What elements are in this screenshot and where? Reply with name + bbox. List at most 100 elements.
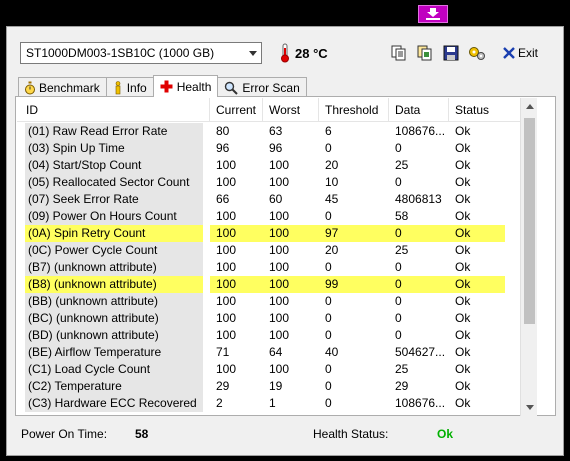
cell-data: 0	[389, 276, 449, 293]
cell-current: 100	[216, 260, 237, 274]
tab-label: Info	[126, 80, 147, 95]
health-status-label: Health Status:	[313, 427, 389, 441]
cell-worst: 100	[269, 311, 290, 325]
cell-data: 4806813	[395, 192, 442, 206]
cell-current: 100	[216, 158, 237, 172]
table-row[interactable]: (BE) Airflow Temperature 71 64 40 504627... O…	[17, 344, 537, 361]
cell-worst: 100	[269, 328, 290, 342]
cell-id: (BE) Airflow Temperature	[25, 344, 203, 361]
table-row[interactable]: (05) Reallocated Sector Count 100 100 10 0 Ok	[17, 174, 537, 191]
column-header-worst[interactable]: Worst	[263, 98, 319, 122]
cell-threshold: 0	[325, 141, 332, 155]
temperature-value: 28 °C	[295, 45, 328, 61]
table-row[interactable]: (09) Power On Hours Count 100 100 0 58 Ok	[17, 208, 537, 225]
download-button[interactable]	[418, 5, 448, 23]
cell-threshold: 0	[325, 328, 332, 342]
table-row[interactable]: (0C) Power Cycle Count 100 100 20 25 Ok	[17, 242, 537, 259]
table-row[interactable]: (04) Start/Stop Count 100 100 20 25 Ok	[17, 157, 537, 174]
table-row[interactable]: (C3) Hardware ECC Recovered 2 1 0 108676... O…	[17, 395, 537, 412]
cell-worst: 100	[269, 362, 290, 376]
column-header-threshold[interactable]: Threshold	[319, 98, 389, 122]
column-header-current[interactable]: Current	[210, 98, 263, 122]
cell-status: Ok	[455, 345, 471, 359]
column-header-data[interactable]: Data	[389, 98, 449, 122]
tab-health[interactable]: Health	[152, 75, 219, 97]
cell-status: Ok	[455, 141, 471, 155]
chevron-down-icon[interactable]	[244, 43, 261, 63]
cell-worst: 100	[269, 175, 290, 189]
table-row[interactable]: (0A) Spin Retry Count 100 100 97 0 Ok	[17, 225, 537, 242]
options-icon[interactable]	[466, 42, 488, 64]
drive-select-value: ST1000DM003-1SB10C (1000 GB)	[26, 46, 215, 60]
cell-worst: 100	[263, 276, 319, 293]
table-row[interactable]: (03) Spin Up Time 96 96 0 0 Ok	[17, 140, 537, 157]
cell-current: 29	[216, 379, 230, 393]
column-header-id[interactable]: ID	[17, 98, 210, 122]
cell-current: 66	[216, 192, 230, 206]
cell-current: 100	[216, 294, 237, 308]
cell-threshold: 97	[319, 225, 389, 242]
cell-current: 71	[216, 345, 230, 359]
cell-threshold: 45	[325, 192, 339, 206]
table-row[interactable]: (BD) (unknown attribute) 100 100 0 0 Ok	[17, 327, 537, 344]
table-row[interactable]: (B7) (unknown attribute) 100 100 0 0 Ok	[17, 259, 537, 276]
table-row[interactable]: (BC) (unknown attribute) 100 100 0 0 Ok	[17, 310, 537, 327]
toolbar	[388, 42, 488, 64]
cell-id: (C1) Load Cycle Count	[25, 361, 203, 378]
cell-status: Ok	[455, 192, 471, 206]
cell-data: 0	[395, 328, 402, 342]
table-row[interactable]: (07) Seek Error Rate 66 60 45 4806813 Ok	[17, 191, 537, 208]
table-row[interactable]: (B8) (unknown attribute) 100 100 99 0 Ok	[17, 276, 537, 293]
save-icon[interactable]	[440, 42, 462, 64]
copy-icon[interactable]	[388, 42, 410, 64]
info-icon	[115, 80, 121, 94]
table-row[interactable]: (C1) Load Cycle Count 100 100 0 25 Ok	[17, 361, 537, 378]
cell-id: (07) Seek Error Rate	[25, 191, 203, 208]
cell-status: Ok	[455, 294, 471, 308]
tab-error-scan[interactable]: Error Scan	[217, 77, 307, 97]
cell-current: 100	[210, 225, 263, 242]
cell-current: 100	[216, 175, 237, 189]
tab-label: Benchmark	[39, 80, 100, 95]
cell-id: (0C) Power Cycle Count	[25, 242, 203, 259]
table-row[interactable]: (C2) Temperature 29 19 0 29 Ok	[17, 378, 537, 395]
tab-label: Error Scan	[242, 80, 300, 95]
cell-data: 108676...	[395, 124, 446, 138]
power-on-value: 58	[135, 427, 149, 441]
cell-worst: 96	[269, 141, 283, 155]
cell-id: (B7) (unknown attribute)	[25, 259, 203, 276]
cell-id: (BB) (unknown attribute)	[25, 293, 203, 310]
scroll-down-icon[interactable]	[521, 399, 537, 416]
close-icon	[503, 47, 515, 59]
cell-status: Ok	[455, 328, 471, 342]
health-panel: ID Current Worst Threshold Data Status (…	[15, 96, 556, 416]
tab-info[interactable]: Info	[105, 77, 154, 97]
table-row[interactable]: (BB) (unknown attribute) 100 100 0 0 Ok	[17, 293, 537, 310]
cell-threshold: 40	[325, 345, 339, 359]
cell-current: 100	[216, 243, 237, 257]
cell-id: (04) Start/Stop Count	[25, 157, 203, 174]
drive-select[interactable]: ST1000DM003-1SB10C (1000 GB)	[20, 42, 262, 64]
vertical-scrollbar[interactable]	[520, 98, 537, 416]
exit-button[interactable]: Exit	[503, 42, 538, 64]
scrollbar-thumb[interactable]	[524, 118, 535, 324]
cell-status: Ok	[455, 124, 471, 138]
cell-threshold: 0	[325, 294, 332, 308]
table-row[interactable]: (01) Raw Read Error Rate 80 63 6 108676... Ok	[17, 123, 537, 140]
cell-threshold: 0	[325, 260, 332, 274]
tab-benchmark[interactable]: Benchmark	[18, 77, 107, 97]
scroll-up-icon[interactable]	[521, 98, 537, 115]
cell-threshold: 0	[325, 379, 332, 393]
copy-all-icon[interactable]	[414, 42, 436, 64]
cell-data: 0	[395, 175, 402, 189]
column-header-status[interactable]: Status	[449, 98, 505, 122]
tab-bar: Benchmark Info Health Error Scan	[18, 75, 307, 97]
cell-data: 58	[395, 209, 409, 223]
cell-status: Ok	[455, 311, 471, 325]
download-arrow-icon	[426, 8, 440, 20]
cell-current: 2	[216, 396, 223, 410]
cell-threshold: 20	[325, 243, 339, 257]
cell-data: 0	[395, 141, 402, 155]
cell-current: 100	[216, 311, 237, 325]
stopwatch-icon	[25, 81, 35, 94]
